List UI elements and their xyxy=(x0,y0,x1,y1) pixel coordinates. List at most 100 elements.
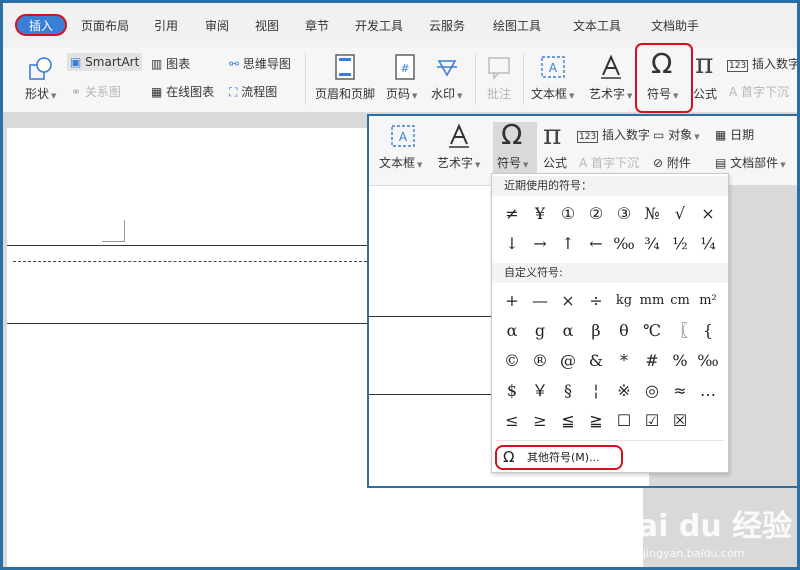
symbol-cell[interactable]: © xyxy=(498,346,526,376)
tab-drawing-tools[interactable]: 绘图工具 xyxy=(493,15,541,37)
symbol-cell[interactable]: ￥ xyxy=(526,376,554,406)
symbol-cell[interactable]: № xyxy=(638,199,666,229)
tab-doc-assistant[interactable]: 文档助手 xyxy=(651,15,699,37)
symbol-cell[interactable]: α xyxy=(498,316,526,346)
symbol-cell[interactable]: $ xyxy=(498,376,526,406)
dropcap-icon: A xyxy=(579,156,588,170)
dropcap-label: 首字下沉 xyxy=(591,156,640,170)
symbol-cell[interactable]: ‰ xyxy=(694,346,722,376)
object-button[interactable]: ▭ 对象 ▼ xyxy=(653,126,700,143)
symbol-cell[interactable]: % xyxy=(666,346,694,376)
symbol-cell[interactable]: kg xyxy=(610,286,638,316)
symbol-cell[interactable]: √ xyxy=(666,199,694,229)
symbol-cell[interactable]: # xyxy=(638,346,666,376)
mindmap-button[interactable]: ⚯ 思维导图 xyxy=(229,55,291,72)
symbol-cell[interactable]: ≥ xyxy=(526,406,554,436)
tab-text-tools[interactable]: 文本工具 xyxy=(573,15,621,37)
wordart-button[interactable]: 艺术字 ▼ xyxy=(589,85,632,102)
svg-text:A: A xyxy=(399,130,408,144)
symbol-cell[interactable]: × xyxy=(554,286,582,316)
wordart-button[interactable]: 艺术字 ▼ xyxy=(437,154,480,171)
symbol-cell[interactable]: ↓ xyxy=(498,229,526,259)
symbol-cell[interactable]: — xyxy=(526,286,554,316)
symbol-cell[interactable]: ® xyxy=(526,346,554,376)
symbol-cell[interactable]: ≤ xyxy=(498,406,526,436)
symbol-cell[interactable]: ‰ xyxy=(610,229,638,259)
relation-button[interactable]: ⚭ 关系图 xyxy=(71,83,121,100)
insert-number-button[interactable]: 123 插入数字 xyxy=(577,126,650,143)
symbol-cell[interactable]: { xyxy=(694,316,722,346)
symbol-cell[interactable]: ↑ xyxy=(554,229,582,259)
header-footer-button[interactable]: 页眉和页脚 xyxy=(315,85,375,102)
shapes-button[interactable]: 形状 ▼ xyxy=(25,85,56,102)
symbol-cell[interactable]: ← xyxy=(582,229,610,259)
symbol-cell[interactable]: @ xyxy=(554,346,582,376)
tab-review[interactable]: 审阅 xyxy=(205,15,229,37)
symbol-cell[interactable]: α xyxy=(554,316,582,346)
symbol-cell[interactable]: cm xyxy=(666,286,694,316)
online-chart-button[interactable]: ▦ 在线图表 xyxy=(151,83,214,100)
symbol-cell[interactable]: ¾ xyxy=(638,229,666,259)
formula-button[interactable]: 公式 xyxy=(693,85,717,102)
watermark-button[interactable]: 水印 ▼ xyxy=(431,85,462,102)
watermark-icon xyxy=(437,60,457,77)
attachment-button[interactable]: ⊘ 附件 xyxy=(653,154,691,171)
symbol-cell[interactable]: mm xyxy=(638,286,666,316)
symbol-cell[interactable]: θ xyxy=(610,316,638,346)
textbox-button[interactable]: 文本框 ▼ xyxy=(379,154,422,171)
symbol-cell[interactable]: × xyxy=(694,199,722,229)
date-button[interactable]: ▦ 日期 xyxy=(715,126,754,143)
symbol-cell[interactable]: ¼ xyxy=(694,229,722,259)
tab-cloud[interactable]: 云服务 xyxy=(429,15,465,37)
symbol-cell[interactable]: ≦ xyxy=(554,406,582,436)
symbol-cell[interactable]: ¥ xyxy=(526,199,554,229)
smartart-button[interactable]: ▣ SmartArt xyxy=(67,53,143,71)
textbox-button[interactable]: 文本框 ▼ xyxy=(531,85,574,102)
symbol-cell[interactable]: g xyxy=(526,316,554,346)
symbol-cell[interactable]: ≧ xyxy=(582,406,610,436)
symbol-cell[interactable]: 〖 xyxy=(666,316,694,346)
symbol-cell[interactable]: → xyxy=(526,229,554,259)
tab-page-layout[interactable]: 页面布局 xyxy=(81,15,129,37)
more-symbols-button[interactable]: Ω 其他符号(M)... xyxy=(495,445,623,470)
symbol-cell[interactable]: ¦ xyxy=(582,376,610,406)
chart-button[interactable]: ▥ 图表 xyxy=(151,55,190,72)
symbol-cell[interactable]: ② xyxy=(582,199,610,229)
doc-parts-button[interactable]: ▤ 文档部件 ▼ xyxy=(715,154,786,171)
symbol-button[interactable]: 符号 ▼ xyxy=(497,154,528,171)
flowchart-button[interactable]: ⛶ 流程图 xyxy=(229,83,277,100)
symbol-cell[interactable]: ℃ xyxy=(638,316,666,346)
page-number-button[interactable]: 页码 ▼ xyxy=(386,85,417,102)
insert-number-button[interactable]: 123 插入数字 xyxy=(727,55,797,72)
relation-icon: ⚭ xyxy=(71,85,82,99)
symbol-cell[interactable]: … xyxy=(694,376,722,406)
symbol-cell[interactable]: * xyxy=(610,346,638,376)
symbol-cell[interactable]: ◎ xyxy=(638,376,666,406)
symbol-cell[interactable]: ※ xyxy=(610,376,638,406)
symbol-cell[interactable]: m² xyxy=(694,286,722,316)
dropcap-button[interactable]: A 首字下沉 xyxy=(579,154,639,171)
symbol-cell[interactable]: β xyxy=(582,316,610,346)
symbol-cell[interactable]: ③ xyxy=(610,199,638,229)
symbol-cell[interactable]: ÷ xyxy=(582,286,610,316)
symbol-cell[interactable]: ☑ xyxy=(638,406,666,436)
tab-chapter[interactable]: 章节 xyxy=(305,15,329,37)
symbol-cell[interactable]: + xyxy=(498,286,526,316)
symbol-cell[interactable]: ≠ xyxy=(498,199,526,229)
dropcap-button[interactable]: A 首字下沉 xyxy=(729,83,789,100)
tab-insert[interactable]: 插入 xyxy=(15,14,68,36)
symbol-cell[interactable]: ≈ xyxy=(666,376,694,406)
tab-references[interactable]: 引用 xyxy=(154,15,178,37)
tab-view[interactable]: 视图 xyxy=(255,15,279,37)
symbol-cell[interactable]: & xyxy=(582,346,610,376)
header-footer-icon xyxy=(335,54,355,80)
symbol-cell[interactable]: ① xyxy=(554,199,582,229)
symbol-cell[interactable]: ½ xyxy=(666,229,694,259)
formula-button[interactable]: 公式 xyxy=(543,154,567,171)
comment-button[interactable]: 批注 xyxy=(487,85,511,102)
watermark-site: jingyan.baidu.com xyxy=(643,547,745,560)
tab-developer[interactable]: 开发工具 xyxy=(355,15,403,37)
symbol-cell[interactable]: ☒ xyxy=(666,406,694,436)
symbol-cell[interactable]: § xyxy=(554,376,582,406)
symbol-cell[interactable]: ☐ xyxy=(610,406,638,436)
